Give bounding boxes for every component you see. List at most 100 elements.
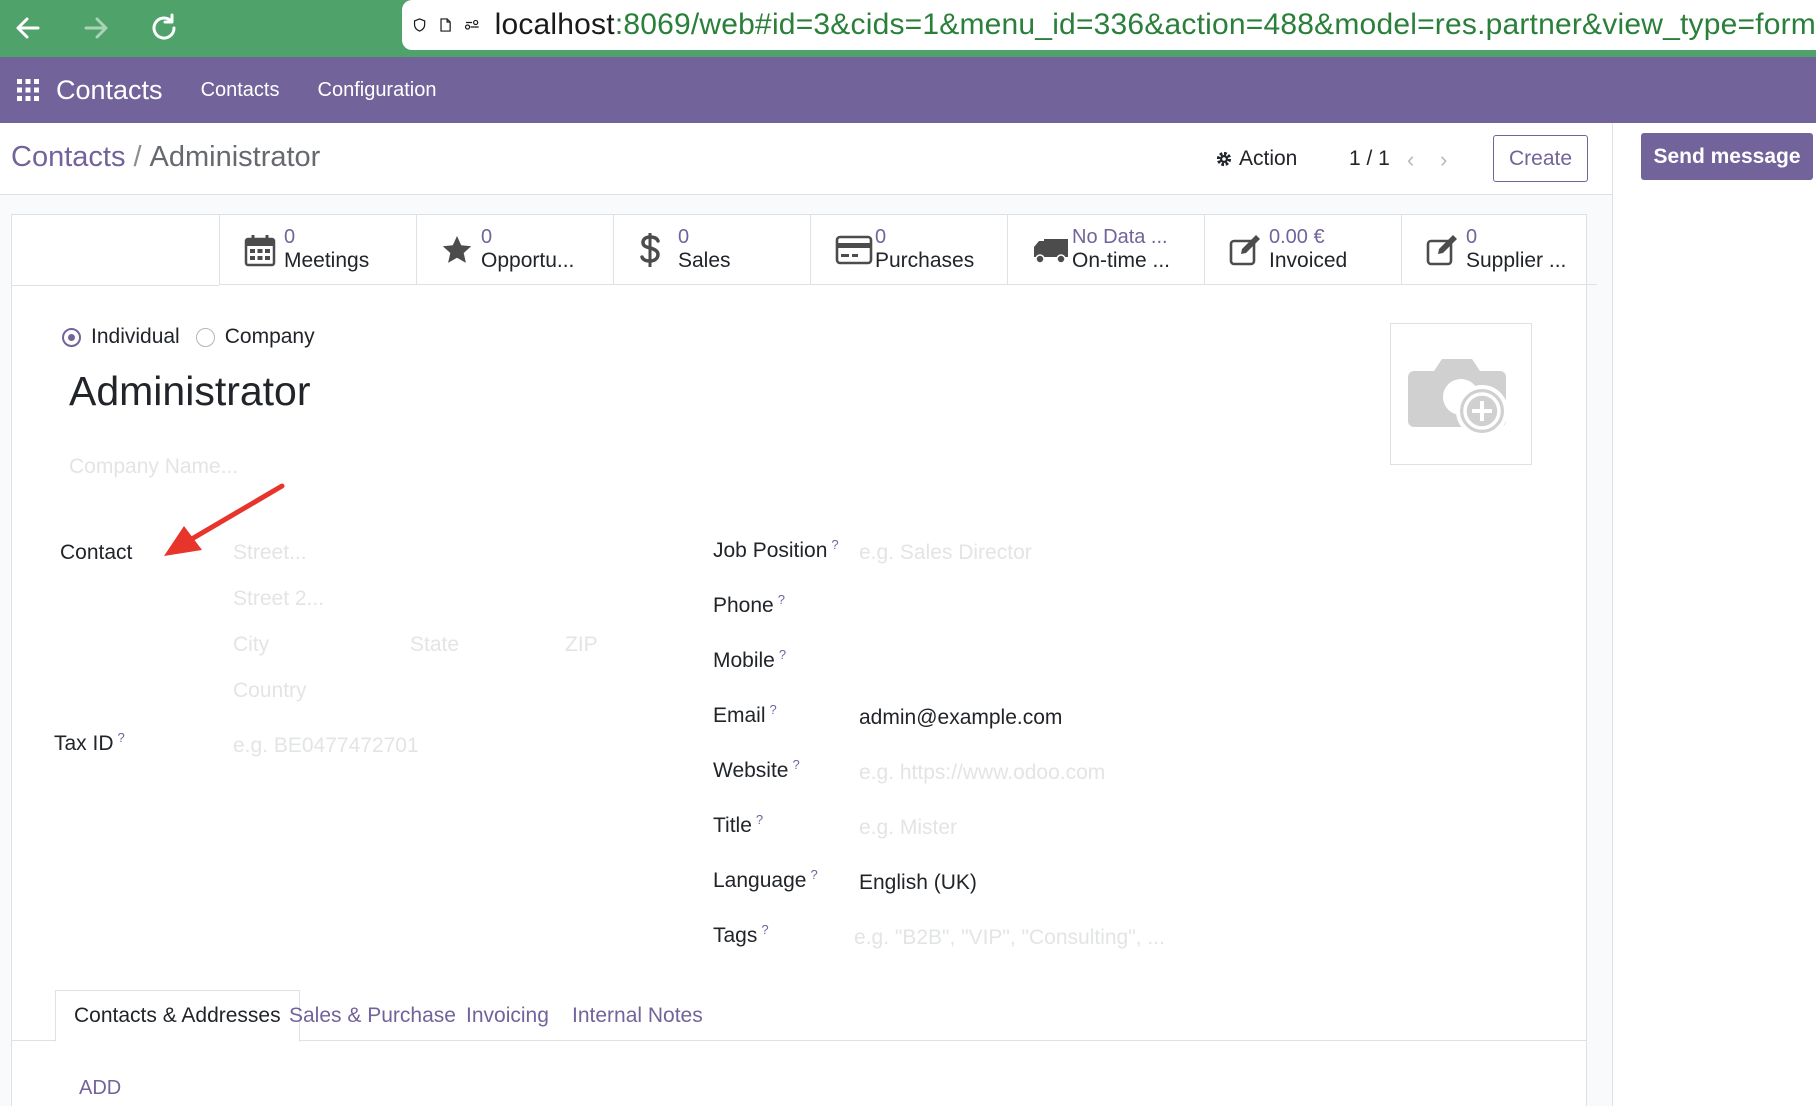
help-icon[interactable]: ? — [779, 647, 786, 662]
gear-icon — [1216, 151, 1232, 167]
action-dropdown[interactable]: Action — [1215, 147, 1297, 171]
help-icon[interactable]: ? — [118, 730, 125, 745]
title-label: Title? — [713, 812, 763, 838]
tags-label-text: Tags — [713, 924, 758, 947]
stat-label: Invoiced — [1269, 249, 1348, 273]
pager-next-icon[interactable]: › — [1440, 147, 1447, 173]
nav-contacts[interactable]: Contacts — [201, 79, 280, 102]
reload-button[interactable] — [142, 6, 186, 50]
tab-invoicing[interactable]: Invoicing — [448, 990, 567, 1041]
website-field[interactable]: e.g. https://www.odoo.com — [859, 761, 1105, 785]
credit-card-icon — [835, 235, 873, 265]
create-button[interactable]: Create — [1493, 135, 1588, 182]
partner-name-field[interactable]: Administrator — [69, 368, 311, 415]
title-label-text: Title — [713, 814, 752, 837]
language-label: Language? — [713, 867, 818, 893]
radio-company[interactable] — [195, 327, 215, 347]
arrow-right-icon — [84, 17, 108, 39]
help-icon[interactable]: ? — [770, 702, 777, 717]
help-icon[interactable]: ? — [761, 922, 768, 937]
tab-sales-purchase[interactable]: Sales & Purchase — [271, 990, 474, 1041]
radio-individual[interactable] — [62, 327, 81, 347]
title-field[interactable]: e.g. Mister — [859, 816, 957, 840]
tags-field[interactable]: e.g. "B2B", "VIP", "Consulting", ... — [854, 926, 1165, 950]
city-field[interactable]: City — [233, 633, 269, 657]
back-button[interactable] — [6, 6, 50, 50]
calendar-icon — [244, 235, 276, 267]
stat-purchases[interactable]: 0 Purchases — [811, 215, 1008, 285]
app-brand[interactable]: Contacts — [56, 75, 163, 106]
website-label-text: Website — [713, 759, 789, 782]
edit-icon — [1229, 235, 1260, 266]
taxid-field[interactable]: e.g. BE0477472701 — [233, 734, 419, 758]
job-position-field[interactable]: e.g. Sales Director — [859, 541, 1032, 565]
truck-icon — [1034, 239, 1068, 264]
notebook-tabs: Contacts & Addresses Sales & Purchase In… — [12, 990, 1586, 1042]
form-sheet: 0 Meetings 0 Opportu... 0 Sales 0 Purchases … — [11, 214, 1597, 1106]
tab-internal-notes[interactable]: Internal Notes — [554, 990, 721, 1041]
stat-label: Supplier ... — [1466, 249, 1567, 273]
stat-value: 0 — [481, 226, 493, 249]
stat-supplier[interactable]: 0 Supplier ... — [1402, 215, 1597, 285]
stat-label: On-time ... — [1072, 249, 1171, 273]
street2-field[interactable]: Street 2... — [233, 587, 324, 611]
permissions-icon — [465, 19, 480, 30]
avatar-upload[interactable] — [1390, 323, 1532, 465]
stat-value: 0 — [284, 226, 296, 249]
arrow-left-icon — [16, 17, 40, 39]
breadcrumb-separator: / — [133, 141, 142, 173]
help-icon[interactable]: ? — [831, 537, 838, 552]
dollar-icon — [640, 233, 660, 267]
control-panel: Contacts / Administrator Action 1 / 1 ‹ › … — [0, 123, 1612, 195]
star-icon — [442, 236, 472, 263]
country-field[interactable]: Country — [233, 679, 307, 703]
stat-label: Purchases — [875, 249, 975, 273]
taxid-label-text: Tax ID — [54, 732, 114, 755]
forward-button[interactable] — [74, 6, 118, 50]
camera-plus-icon — [1408, 359, 1508, 437]
help-icon[interactable]: ? — [810, 867, 817, 882]
pager-value[interactable]: 1 / 1 — [1349, 147, 1390, 171]
stat-label: Meetings — [284, 249, 370, 273]
zip-field[interactable]: ZIP — [565, 633, 598, 657]
stat-meetings[interactable]: 0 Meetings — [220, 215, 417, 285]
action-label: Action — [1239, 147, 1298, 170]
company-type-radio: Individual Company — [62, 325, 331, 349]
breadcrumb-current: Administrator — [149, 141, 321, 173]
stat-invoiced[interactable]: 0.00 € Invoiced — [1205, 215, 1402, 285]
buttonbox-divider — [12, 285, 219, 286]
nav-configuration[interactable]: Configuration — [318, 79, 437, 102]
stat-value: 0 — [1466, 226, 1478, 249]
help-icon[interactable]: ? — [792, 757, 799, 772]
breadcrumb-contacts[interactable]: Contacts — [11, 141, 125, 173]
mobile-label-text: Mobile — [713, 649, 775, 672]
send-message-button[interactable]: Send message — [1641, 133, 1813, 180]
annotation-arrow-icon — [164, 483, 285, 556]
address-bar[interactable]: localhost:8069/web#id=3&cids=1&menu_id=3… — [402, 0, 1816, 50]
shield-icon — [413, 18, 426, 32]
app-navbar: Contacts Contacts Configuration — [0, 57, 1816, 123]
stat-label: Opportu... — [481, 249, 575, 273]
phone-label: Phone? — [713, 592, 785, 618]
taxid-label: Tax ID? — [54, 730, 125, 756]
help-icon[interactable]: ? — [756, 812, 763, 827]
radio-company-label[interactable]: Company — [225, 325, 315, 349]
stat-on-time[interactable]: No Data ... On-time ... — [1008, 215, 1205, 285]
tab-contacts-addresses[interactable]: Contacts & Addresses — [55, 990, 300, 1042]
help-icon[interactable]: ? — [778, 592, 785, 607]
reload-icon — [152, 13, 176, 40]
language-field[interactable]: English (UK) — [859, 871, 977, 895]
pager-previous-icon[interactable]: ‹ — [1407, 147, 1414, 173]
stat-opportunities[interactable]: 0 Opportu... — [417, 215, 614, 285]
browser-toolbar: localhost:8069/web#id=3&cids=1&menu_id=3… — [0, 0, 1816, 57]
email-field[interactable]: admin@example.com — [859, 706, 1062, 730]
email-label-text: Email — [713, 704, 766, 727]
state-field[interactable]: State — [410, 633, 459, 657]
radio-individual-label[interactable]: Individual — [91, 325, 180, 349]
email-label: Email? — [713, 702, 777, 728]
apps-menu-button[interactable] — [4, 57, 52, 123]
stat-value: 0.00 € — [1269, 226, 1325, 249]
add-contact-link[interactable]: ADD — [79, 1077, 121, 1100]
stat-sales[interactable]: 0 Sales — [614, 215, 811, 285]
language-label-text: Language — [713, 869, 807, 892]
